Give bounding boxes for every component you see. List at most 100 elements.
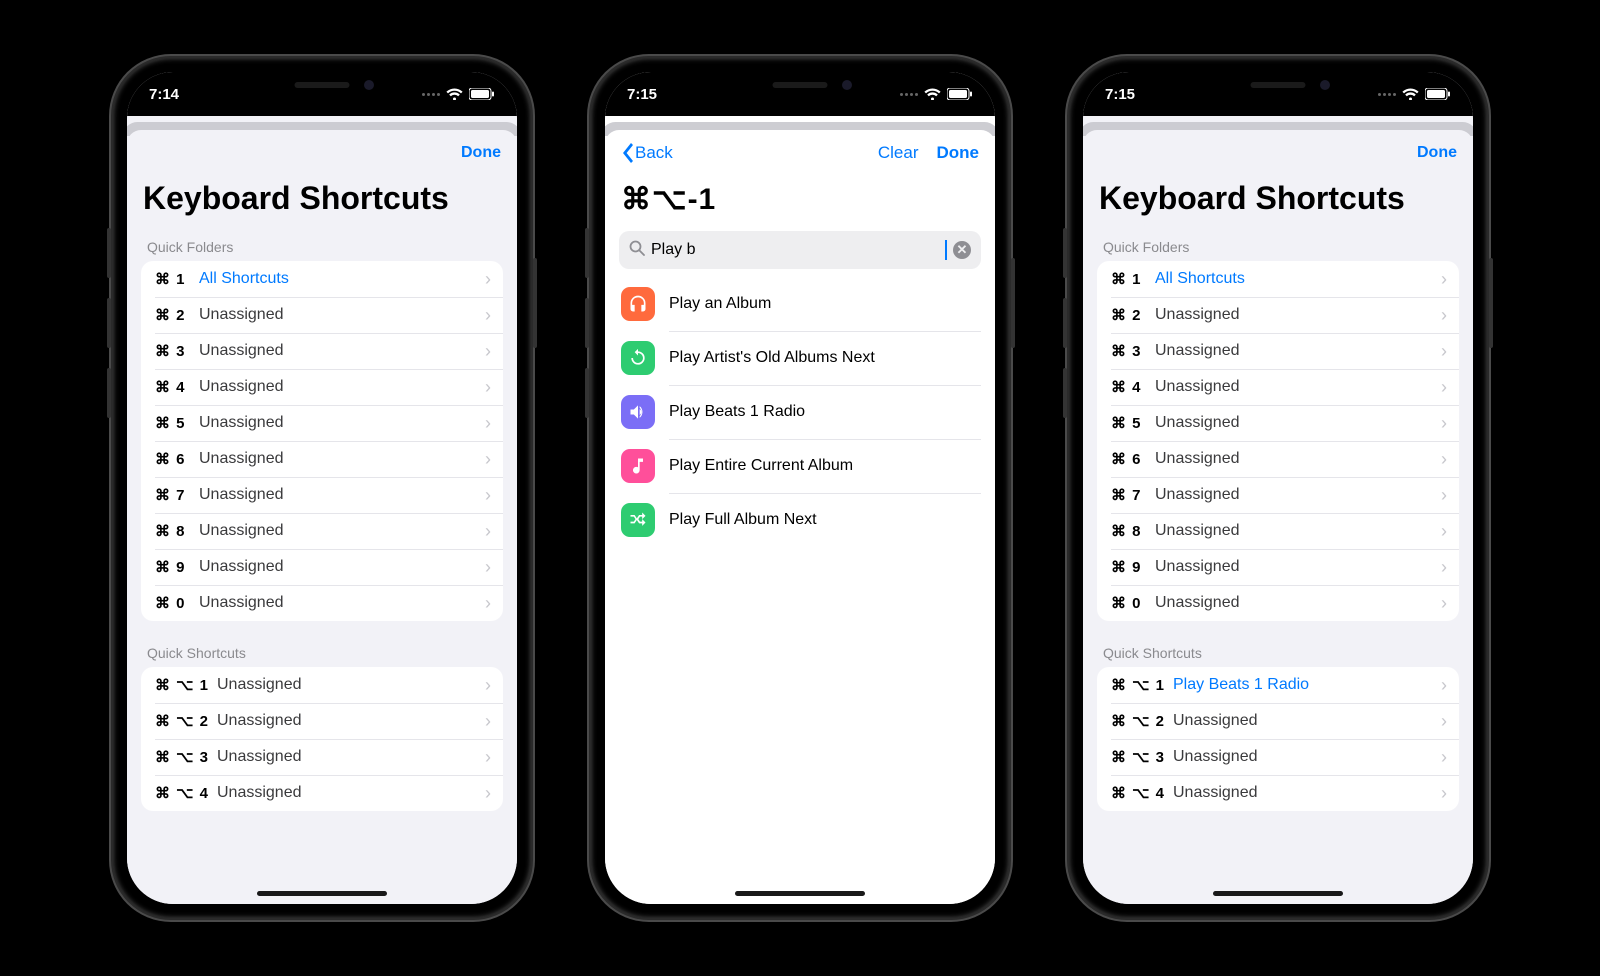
shortcut-label: Play Beats 1 Radio bbox=[1173, 676, 1441, 694]
shortcut-row[interactable]: ⌘ 8Unassigned› bbox=[1097, 513, 1459, 549]
result-app-icon bbox=[621, 341, 655, 375]
status-right bbox=[422, 88, 495, 100]
shortcut-row[interactable]: ⌘ ⌥ 1Unassigned› bbox=[141, 667, 503, 703]
shortcut-row[interactable]: ⌘ ⌥ 1Play Beats 1 Radio› bbox=[1097, 667, 1459, 703]
section-header-quick-folders: Quick Folders bbox=[127, 229, 517, 261]
section-header-quick-shortcuts: Quick Shortcuts bbox=[127, 635, 517, 667]
quick-folders-list: ⌘ 1All Shortcuts›⌘ 2Unassigned›⌘ 3Unassi… bbox=[1097, 261, 1459, 621]
shortcut-label: Unassigned bbox=[199, 594, 485, 612]
chevron-right-icon: › bbox=[1441, 711, 1447, 732]
chevron-right-icon: › bbox=[485, 675, 491, 696]
shortcut-key: ⌘ 4 bbox=[155, 378, 199, 396]
search-input[interactable] bbox=[651, 241, 941, 259]
shortcut-row[interactable]: ⌘ ⌥ 4Unassigned› bbox=[1097, 775, 1459, 811]
shortcut-row[interactable]: ⌘ 0Unassigned› bbox=[1097, 585, 1459, 621]
shortcut-row[interactable]: ⌘ 1All Shortcuts› bbox=[1097, 261, 1459, 297]
shortcut-row[interactable]: ⌘ 2Unassigned› bbox=[141, 297, 503, 333]
shortcut-row[interactable]: ⌘ 6Unassigned› bbox=[1097, 441, 1459, 477]
home-indicator[interactable] bbox=[1213, 891, 1343, 896]
done-button[interactable]: Done bbox=[461, 144, 501, 162]
chevron-right-icon: › bbox=[1441, 305, 1447, 326]
shortcut-row[interactable]: ⌘ 1All Shortcuts› bbox=[141, 261, 503, 297]
shortcut-label: Unassigned bbox=[1155, 486, 1441, 504]
shortcut-label: Unassigned bbox=[1155, 378, 1441, 396]
chevron-right-icon: › bbox=[485, 747, 491, 768]
shortcut-row[interactable]: ⌘ 5Unassigned› bbox=[1097, 405, 1459, 441]
shortcut-label: Unassigned bbox=[1155, 342, 1441, 360]
shortcut-row[interactable]: ⌘ 7Unassigned› bbox=[141, 477, 503, 513]
quick-shortcuts-list: ⌘ ⌥ 1Unassigned›⌘ ⌥ 2Unassigned›⌘ ⌥ 3Una… bbox=[141, 667, 503, 811]
search-result-row[interactable]: Play Beats 1 Radio bbox=[619, 385, 981, 439]
content: Quick Folders ⌘ 1All Shortcuts›⌘ 2Unassi… bbox=[1083, 229, 1473, 904]
chevron-right-icon: › bbox=[485, 341, 491, 362]
shortcut-row[interactable]: ⌘ 4Unassigned› bbox=[1097, 369, 1459, 405]
shortcut-label: Unassigned bbox=[199, 306, 485, 324]
search-field[interactable]: ✕ bbox=[619, 231, 981, 269]
cellular-icon bbox=[1378, 93, 1396, 96]
shortcut-row[interactable]: ⌘ ⌥ 4Unassigned› bbox=[141, 775, 503, 811]
shortcut-row[interactable]: ⌘ 4Unassigned› bbox=[141, 369, 503, 405]
shortcut-row[interactable]: ⌘ 5Unassigned› bbox=[141, 405, 503, 441]
shortcut-key: ⌘ 9 bbox=[155, 558, 199, 576]
clear-button[interactable]: Clear bbox=[878, 143, 919, 163]
search-result-row[interactable]: Play Artist's Old Albums Next bbox=[619, 331, 981, 385]
chevron-right-icon: › bbox=[485, 711, 491, 732]
shortcut-label: Unassigned bbox=[199, 486, 485, 504]
shortcut-label: Unassigned bbox=[199, 378, 485, 396]
search-results: Play an AlbumPlay Artist's Old Albums Ne… bbox=[605, 277, 995, 547]
shortcut-row[interactable]: ⌘ ⌥ 2Unassigned› bbox=[1097, 703, 1459, 739]
shortcut-row[interactable]: ⌘ 6Unassigned› bbox=[141, 441, 503, 477]
chevron-right-icon: › bbox=[485, 377, 491, 398]
navbar: Done bbox=[127, 130, 517, 176]
shortcut-key: ⌘ 0 bbox=[1111, 594, 1155, 612]
shortcut-label: Unassigned bbox=[1173, 712, 1441, 730]
shortcut-row[interactable]: ⌘ ⌥ 2Unassigned› bbox=[141, 703, 503, 739]
shortcut-row[interactable]: ⌘ 7Unassigned› bbox=[1097, 477, 1459, 513]
done-button[interactable]: Done bbox=[937, 143, 980, 163]
shortcut-row[interactable]: ⌘ ⌥ 3Unassigned› bbox=[1097, 739, 1459, 775]
battery-icon bbox=[947, 88, 973, 100]
back-label: Back bbox=[635, 143, 673, 163]
shortcut-row[interactable]: ⌘ 2Unassigned› bbox=[1097, 297, 1459, 333]
chevron-right-icon: › bbox=[485, 413, 491, 434]
shortcut-key: ⌘ ⌥ 2 bbox=[155, 712, 217, 730]
shortcut-row[interactable]: ⌘ 3Unassigned› bbox=[1097, 333, 1459, 369]
shortcut-label: Unassigned bbox=[199, 522, 485, 540]
shortcut-label: All Shortcuts bbox=[199, 270, 485, 288]
chevron-right-icon: › bbox=[485, 449, 491, 470]
chevron-right-icon: › bbox=[485, 521, 491, 542]
modal-sheet: Done Keyboard Shortcuts Quick Folders ⌘ … bbox=[1083, 130, 1473, 904]
home-indicator[interactable] bbox=[257, 891, 387, 896]
home-indicator[interactable] bbox=[735, 891, 865, 896]
chevron-right-icon: › bbox=[1441, 783, 1447, 804]
quick-shortcuts-list: ⌘ ⌥ 1Play Beats 1 Radio›⌘ ⌥ 2Unassigned›… bbox=[1097, 667, 1459, 811]
shortcut-key: ⌘ 1 bbox=[1111, 270, 1155, 288]
content: Quick Folders ⌘ 1All Shortcuts›⌘ 2Unassi… bbox=[127, 229, 517, 904]
phone-frame-1: 7:14 Done Keyboard Shortcuts Quick Folde… bbox=[113, 58, 531, 918]
clear-search-button[interactable]: ✕ bbox=[953, 241, 971, 259]
shortcut-key: ⌘ ⌥ 2 bbox=[1111, 712, 1173, 730]
screen-3: 7:15 Done Keyboard Shortcuts Quick Folde… bbox=[1083, 72, 1473, 904]
status-time: 7:15 bbox=[627, 86, 657, 103]
shortcut-label: Unassigned bbox=[1173, 748, 1441, 766]
section-header-quick-folders: Quick Folders bbox=[1083, 229, 1473, 261]
search-result-row[interactable]: Play an Album bbox=[619, 277, 981, 331]
chevron-left-icon bbox=[621, 143, 633, 163]
done-button[interactable]: Done bbox=[1417, 144, 1457, 162]
shortcut-row[interactable]: ⌘ 0Unassigned› bbox=[141, 585, 503, 621]
shortcut-key: ⌘ ⌥ 4 bbox=[155, 784, 217, 802]
shortcut-row[interactable]: ⌘ 9Unassigned› bbox=[1097, 549, 1459, 585]
shortcut-label: Unassigned bbox=[1155, 414, 1441, 432]
back-button[interactable]: Back bbox=[621, 143, 673, 163]
modal-sheet: Done Keyboard Shortcuts Quick Folders ⌘ … bbox=[127, 130, 517, 904]
search-result-row[interactable]: Play Entire Current Album bbox=[619, 439, 981, 493]
shortcut-key: ⌘ 3 bbox=[1111, 342, 1155, 360]
shortcut-row[interactable]: ⌘ ⌥ 3Unassigned› bbox=[141, 739, 503, 775]
status-right bbox=[900, 88, 973, 100]
navbar: Back Clear Done bbox=[605, 130, 995, 176]
chevron-right-icon: › bbox=[485, 485, 491, 506]
search-result-row[interactable]: Play Full Album Next bbox=[619, 493, 981, 547]
shortcut-row[interactable]: ⌘ 9Unassigned› bbox=[141, 549, 503, 585]
shortcut-row[interactable]: ⌘ 8Unassigned› bbox=[141, 513, 503, 549]
shortcut-row[interactable]: ⌘ 3Unassigned› bbox=[141, 333, 503, 369]
